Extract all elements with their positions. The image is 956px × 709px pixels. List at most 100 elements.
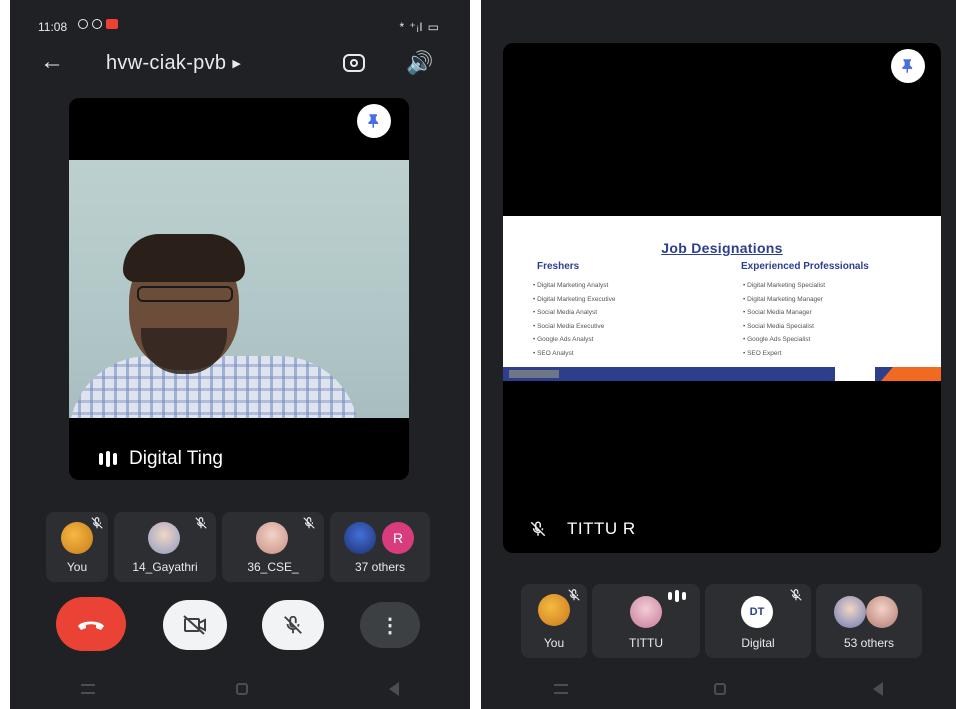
recents-icon[interactable]	[554, 684, 569, 694]
meeting-code-button[interactable]: hvw-ciak-pvb ▶	[106, 52, 241, 75]
chevron-right-icon: ▶	[232, 58, 242, 71]
audio-level-icon	[668, 590, 686, 602]
video-hair	[123, 234, 245, 282]
android-nav-bar	[481, 679, 956, 699]
list-item: • Social Media Manager	[743, 309, 812, 317]
mic-off-icon	[284, 615, 302, 634]
participant-label: Digital	[741, 636, 775, 650]
list-item: • Digital Marketing Manager	[743, 295, 823, 303]
main-video-tile[interactable]: Digital Ting	[69, 98, 409, 480]
sync-icon	[78, 19, 88, 29]
presenter-name: TITTU R	[567, 519, 636, 538]
experienced-heading: Experienced Professionals	[741, 261, 869, 272]
participant-label: 14_Gayathri	[132, 560, 198, 574]
mic-off-icon	[91, 517, 103, 529]
hang-up-icon	[78, 621, 104, 630]
mic-off-icon	[195, 517, 207, 529]
status-notification-icons	[78, 19, 118, 29]
camera-toggle-button[interactable]	[163, 600, 227, 650]
participant-label: 53 others	[843, 636, 895, 650]
mic-off-icon	[568, 589, 580, 601]
avatar	[630, 596, 662, 628]
experienced-list: • Digital Marketing Specialist • Digital…	[743, 279, 825, 361]
list-item: • Digital Marketing Specialist	[743, 282, 826, 289]
recents-icon[interactable]	[80, 684, 95, 694]
mic-off-icon	[303, 517, 315, 529]
speaker-icon[interactable]: 🔊	[406, 50, 433, 76]
avatar	[866, 596, 898, 628]
video-glasses	[137, 286, 233, 302]
participant-label: 37 others	[354, 560, 406, 574]
digital-ting-avatar: DT	[741, 596, 773, 628]
participant-tile-digital[interactable]: DT Digital	[705, 584, 811, 658]
camera-off-icon	[183, 615, 206, 635]
list-item: • Digital Marketing Executive	[533, 295, 616, 303]
presenter-label: TITTU R	[529, 519, 636, 539]
avatar	[834, 596, 866, 628]
freshers-list: • Digital Marketing Analyst • Digital Ma…	[533, 279, 615, 361]
more-vert-icon: ⋮	[380, 614, 400, 637]
list-item: • Google Ads Specialist	[743, 336, 811, 344]
pin-icon[interactable]	[357, 104, 391, 138]
tile-name-label: Digital Ting	[99, 448, 223, 470]
freshers-heading: Freshers	[537, 261, 580, 272]
presentation-tile[interactable]: Job Designations Freshers • Digital Mark…	[503, 43, 941, 553]
list-item: • Digital Marketing Analyst	[533, 282, 609, 289]
avatar-initial: R	[382, 522, 414, 554]
back-arrow-icon[interactable]: ←	[40, 50, 64, 74]
participant-label: You	[543, 636, 565, 650]
participant-tile-others[interactable]: R 37 others	[330, 512, 430, 582]
end-call-button[interactable]	[56, 597, 126, 651]
participant-tile-others[interactable]: 53 others	[816, 584, 922, 658]
avatar	[148, 522, 180, 554]
avatar	[256, 522, 288, 554]
youtube-icon	[106, 19, 118, 29]
list-item: • Social Media Specialist	[743, 322, 814, 330]
meeting-code: hvw-ciak-pvb	[106, 52, 227, 74]
meeting-header: ← hvw-ciak-pvb ▶ 🔊	[10, 46, 470, 86]
status-bar: 11:08 * ⁺ᵢl ▭	[10, 16, 470, 36]
meet-screen-presentation: Job Designations Freshers • Digital Mark…	[481, 0, 956, 709]
audio-level-icon	[99, 451, 117, 467]
participant-label: TITTU	[629, 636, 663, 650]
pin-icon[interactable]	[891, 49, 925, 83]
avatar	[61, 522, 93, 554]
slide-accent	[881, 367, 941, 381]
participant-tile-tittu[interactable]: TITTU	[592, 584, 700, 658]
slide-page-marker	[509, 370, 559, 378]
participant-tile-you[interactable]: You	[521, 584, 587, 658]
participant-tile-gayathri[interactable]: 14_Gayathri	[114, 512, 216, 582]
participant-tile-you[interactable]: You	[46, 512, 108, 582]
list-item: • SEO Expert	[743, 349, 782, 357]
participant-label: 36_CSE_	[247, 560, 299, 574]
status-signal-battery: * ⁺ᵢl ▭	[399, 20, 440, 34]
avatar	[538, 594, 570, 626]
switch-camera-icon[interactable]	[343, 54, 365, 72]
participant-video	[69, 160, 409, 418]
list-item: • Social Media Analyst	[533, 309, 598, 317]
slide-footer	[503, 365, 941, 381]
back-nav-icon[interactable]	[872, 682, 883, 696]
slide-title: Job Designations	[661, 240, 783, 256]
avatar	[344, 522, 376, 554]
list-item: • Social Media Executive	[533, 322, 605, 330]
shared-slide: Job Designations Freshers • Digital Mark…	[503, 216, 941, 381]
meet-screen-camera: 11:08 * ⁺ᵢl ▭ ← hvw-ciak-pvb ▶ 🔊 Digital…	[10, 0, 470, 709]
android-nav-bar	[10, 679, 470, 699]
status-time: 11:08	[38, 20, 68, 34]
home-icon[interactable]	[714, 683, 727, 695]
list-item: • Google Ads Analyst	[533, 336, 594, 344]
home-icon[interactable]	[235, 683, 248, 695]
video-shirt	[69, 356, 359, 418]
whatsapp-icon	[92, 19, 102, 29]
mic-toggle-button[interactable]	[262, 600, 324, 650]
digital-ting-logo	[835, 365, 875, 381]
back-nav-icon[interactable]	[389, 682, 400, 696]
participant-name: Digital Ting	[129, 448, 223, 469]
mic-off-icon	[530, 521, 546, 537]
mic-off-icon	[790, 589, 802, 601]
participant-tile-cse[interactable]: 36_CSE_	[222, 512, 324, 582]
more-options-button[interactable]: ⋮	[360, 602, 420, 648]
participant-label: You	[66, 560, 88, 574]
list-item: • SEO Analyst	[533, 349, 574, 357]
